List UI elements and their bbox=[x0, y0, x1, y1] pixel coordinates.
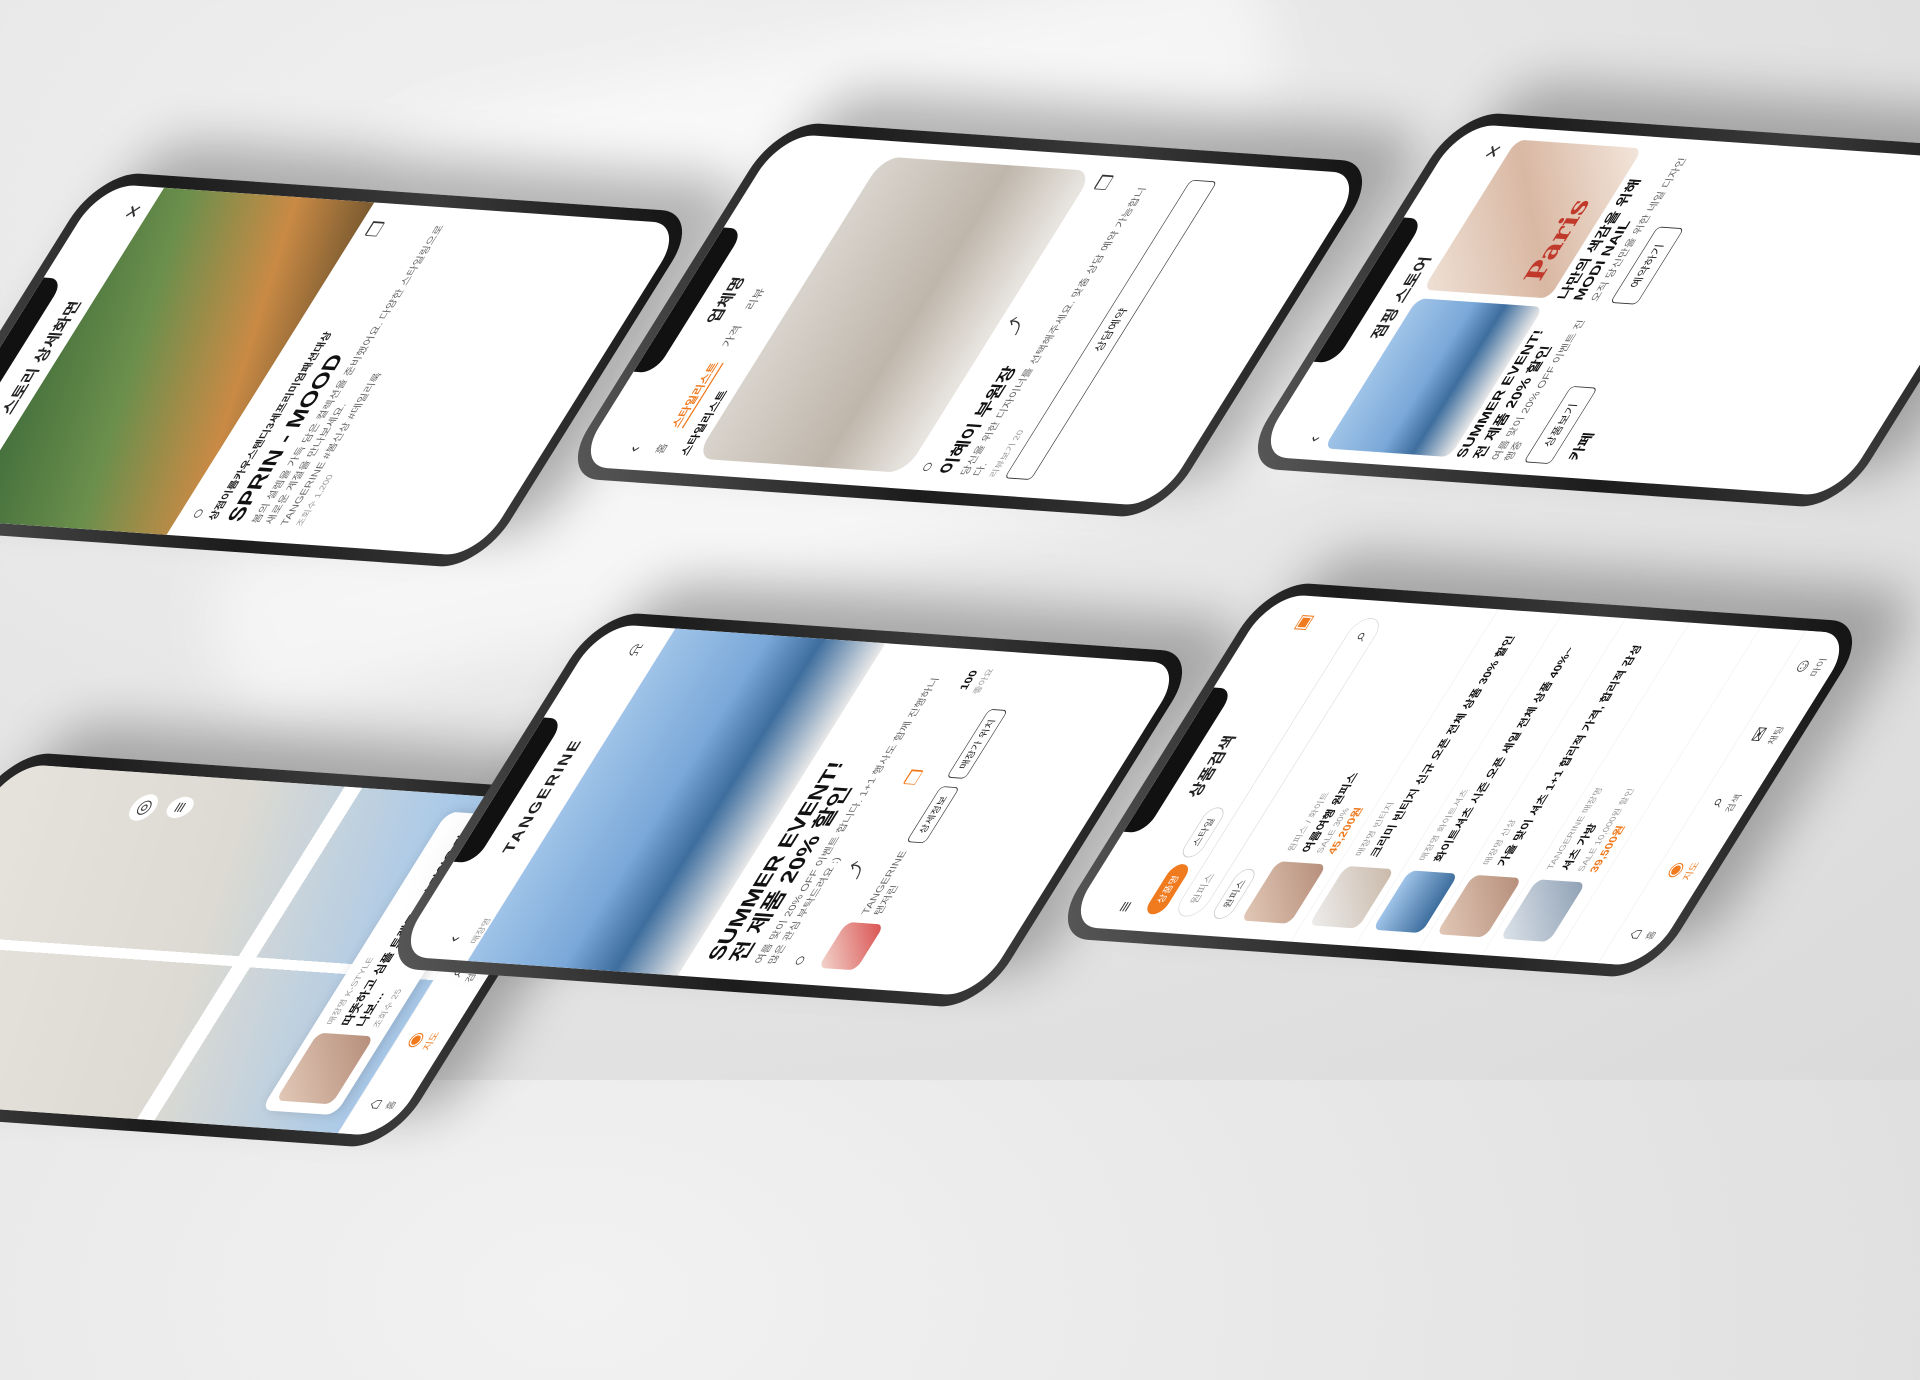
search-icon[interactable]: ⌕ bbox=[1348, 630, 1372, 642]
nav-my[interactable]: ☺마이 bbox=[1787, 656, 1830, 677]
phone-map: ◎ ≡ 매장명 K-STYLE 따뜻하고 심플 트렌드 K-스타일을 만나보..… bbox=[0, 520, 613, 1380]
comment-icon[interactable]: ○ bbox=[787, 954, 812, 967]
phone-product-search: ≡ 상품검색 ▣ 상품명 스타일 원피스 ⌕ 원피스 원피스 / 화이트 여름여… bbox=[1047, 350, 1873, 1210]
back-icon[interactable]: ‹ bbox=[443, 935, 464, 942]
close-icon[interactable]: ✕ bbox=[120, 203, 147, 220]
gift-icon[interactable]: ▣ bbox=[1289, 613, 1318, 632]
nav-chat[interactable]: ✉채팅 bbox=[1746, 724, 1787, 745]
nav-home[interactable]: ⌂ 홈 bbox=[1622, 928, 1660, 941]
phone-event: ‹ TANGERINE ⍾ 매장명 SUMMER EVENT! 전 제품 20%… bbox=[377, 380, 1203, 1240]
share-icon[interactable]: ⤴ bbox=[841, 860, 870, 880]
bookmark-icon[interactable]: ❐ bbox=[900, 768, 928, 786]
hamburger-icon[interactable]: ≡ bbox=[1113, 901, 1137, 913]
nav-home[interactable]: ⌂ 홈 bbox=[362, 1098, 400, 1111]
close-icon[interactable]: ✕ bbox=[1480, 143, 1507, 160]
bell-icon[interactable]: ⍾ bbox=[622, 643, 647, 657]
nav-map[interactable]: ◉ 지도 bbox=[401, 1030, 442, 1051]
nav-search[interactable]: ⌕검색 bbox=[1704, 792, 1745, 813]
nav-map[interactable]: ◉ 지도 bbox=[1661, 860, 1702, 881]
